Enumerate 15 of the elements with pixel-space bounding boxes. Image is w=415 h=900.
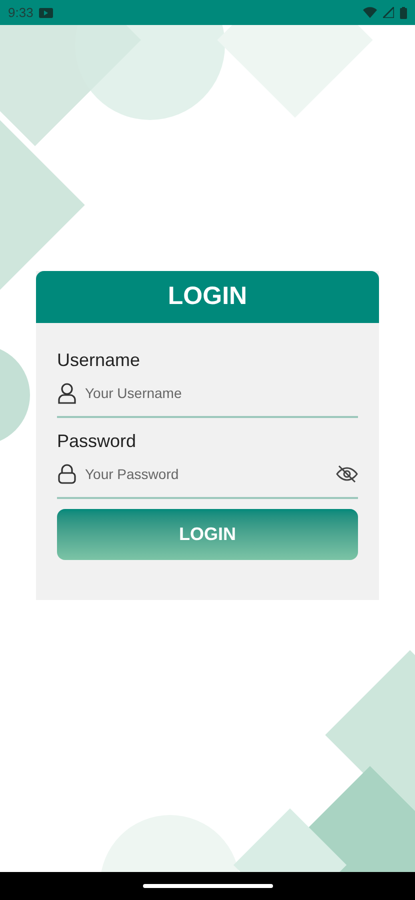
- input-field[interactable]: Your Password: [85, 464, 328, 484]
- status-time: 9:33: [8, 4, 34, 22]
- person-icon: [57, 382, 77, 404]
- play-icon: [39, 8, 54, 18]
- home-handle[interactable]: [142, 884, 272, 888]
- field-label: Password: [57, 430, 138, 453]
- field-label: Username: [57, 349, 142, 372]
- wifi-icon: [363, 7, 377, 18]
- signal-icon: [383, 7, 394, 18]
- battery-icon: [400, 6, 407, 18]
- card-title: LOGIN: [168, 281, 248, 312]
- login-button[interactable]: LOGIN: [57, 509, 358, 560]
- input-field[interactable]: Your Username: [85, 382, 358, 404]
- lock-icon: [57, 463, 77, 485]
- eye-off-icon[interactable]: [336, 464, 358, 484]
